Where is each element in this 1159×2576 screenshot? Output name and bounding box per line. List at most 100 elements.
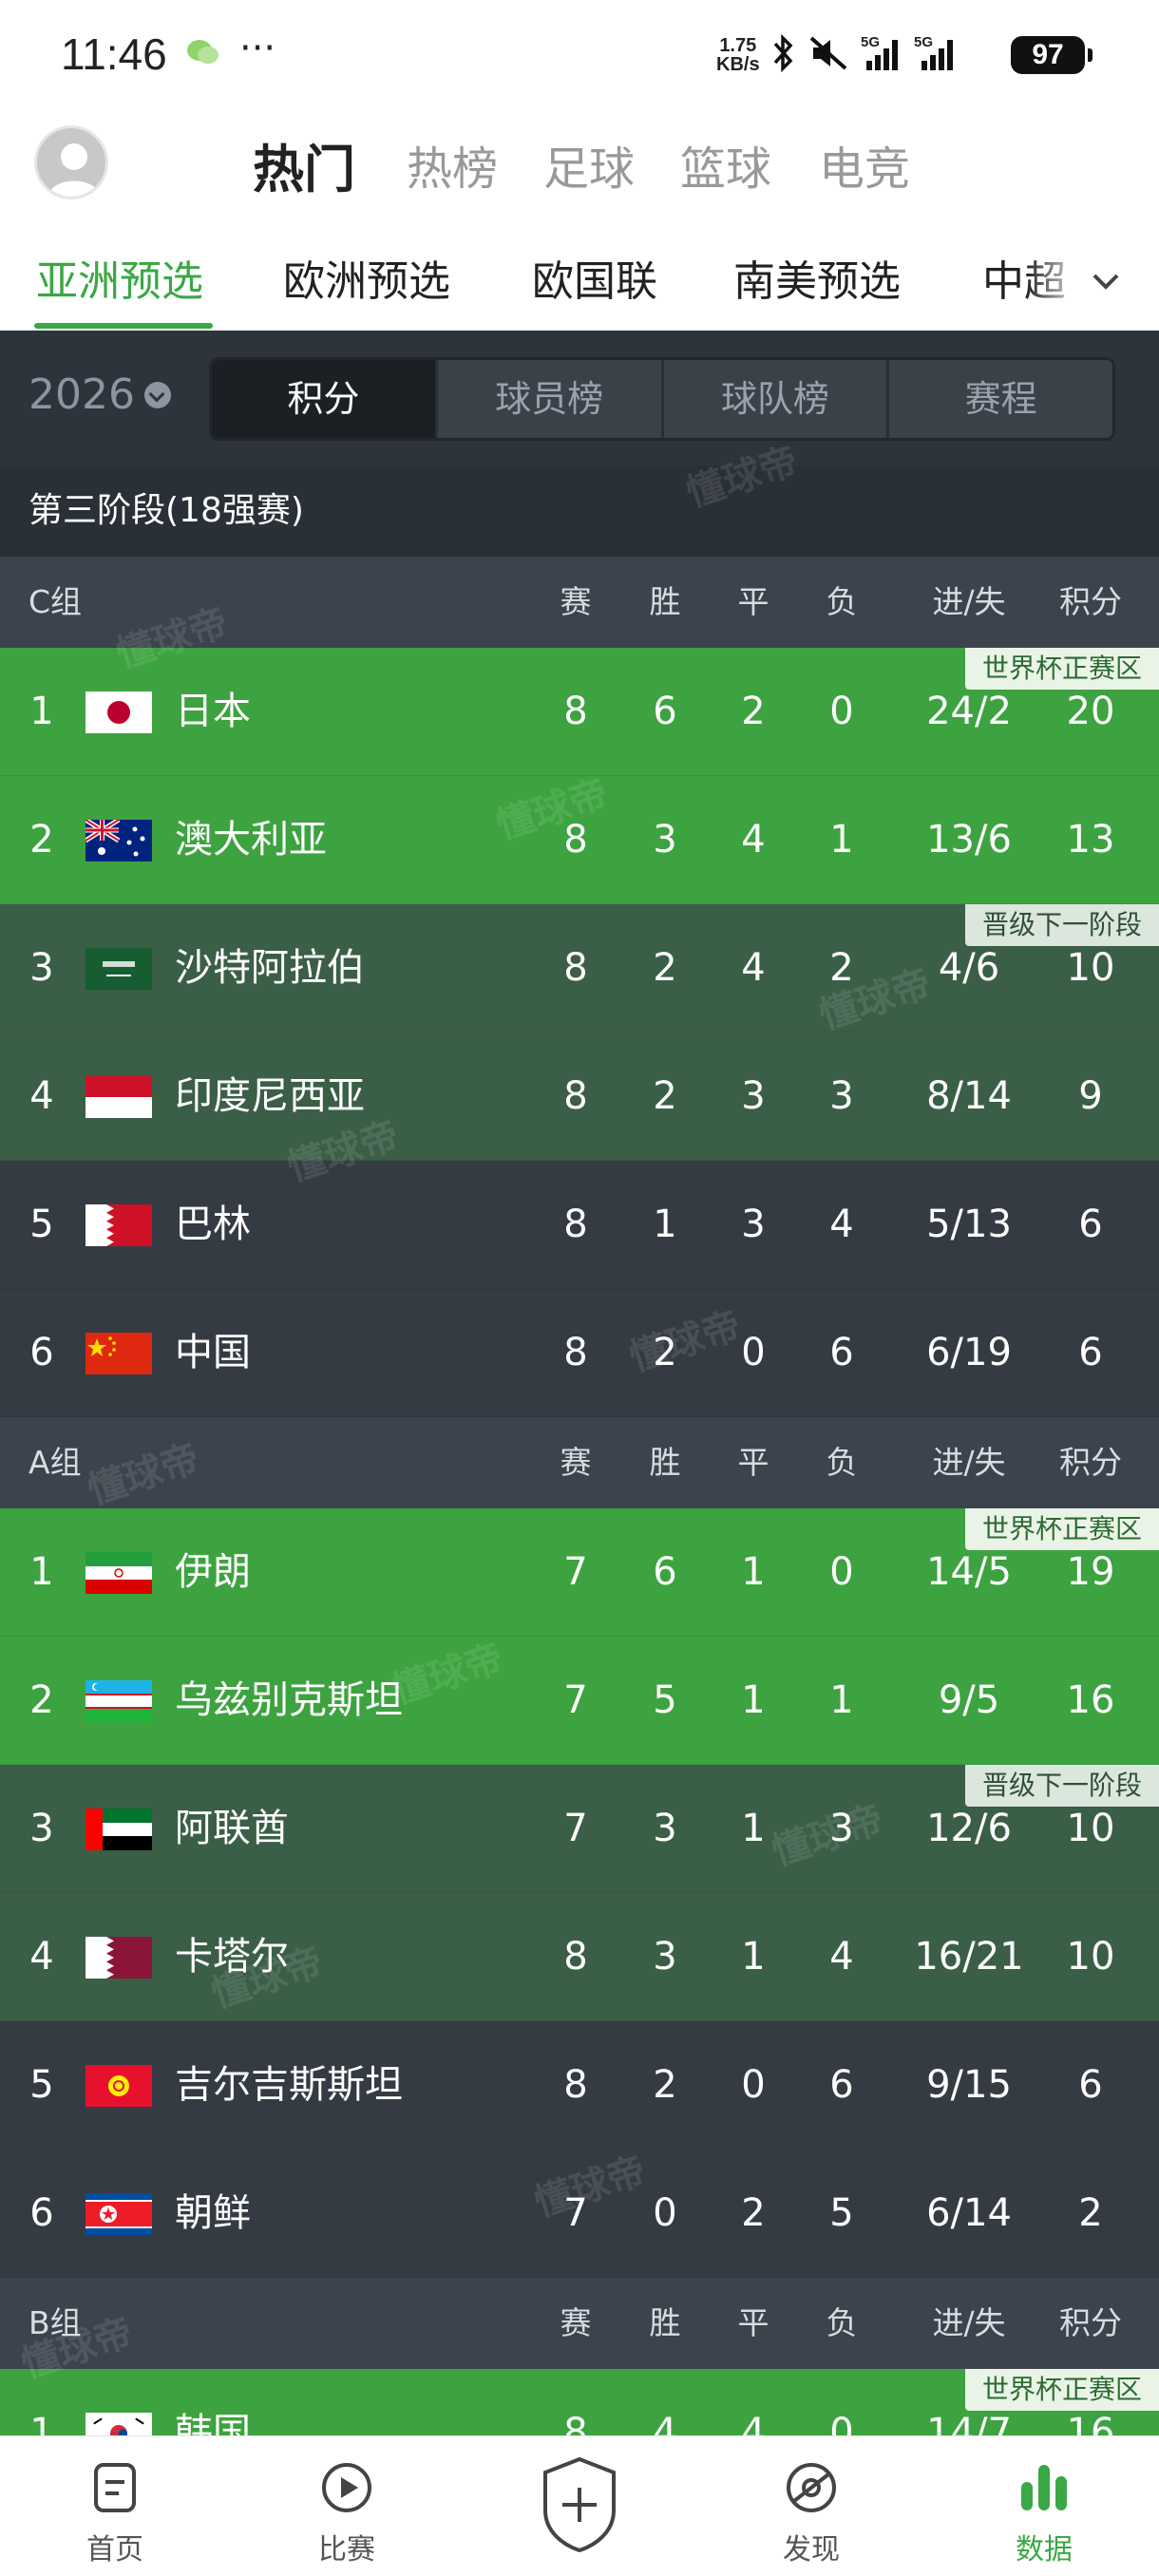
flag-qatar-icon — [86, 1937, 152, 1979]
table-row[interactable]: 4 印度尼西亚 8 2 3 3 8/14 9 — [0, 1032, 1159, 1161]
flag-saudi-icon — [86, 948, 152, 990]
table-row[interactable]: 1 伊朗 7 6 1 0 14/5 19 世界杯正赛区 — [0, 1508, 1159, 1637]
tab-trending[interactable]: 热榜 — [407, 131, 498, 198]
tab-nations-league[interactable]: 欧国联 — [532, 247, 657, 308]
signal-1-icon: 5G — [861, 34, 902, 72]
status-time: 11:46 — [61, 29, 167, 79]
table-row[interactable]: 4 卡塔尔 8 3 1 4 16/21 10 — [0, 1893, 1159, 2021]
col-won: 胜 — [649, 583, 681, 620]
season-label: 2026 — [28, 370, 135, 419]
cell-points: 6 — [1078, 1203, 1103, 1246]
flag-japan-icon — [86, 691, 152, 733]
col-drawn: 平 — [737, 1444, 770, 1481]
user-icon — [48, 143, 100, 197]
avatar[interactable] — [34, 125, 108, 199]
team-rank: 2 — [29, 818, 54, 862]
table-row[interactable]: 1 日本 8 6 2 0 24/2 20 世界杯正赛区 — [0, 648, 1159, 776]
cell-drawn: 4 — [741, 946, 766, 990]
col-played: 赛 — [560, 1444, 592, 1481]
cell-points: 6 — [1078, 2063, 1103, 2107]
table-row[interactable]: 6 中国 8 2 0 6 6/19 6 — [0, 1289, 1159, 1417]
cell-played: 8 — [563, 1935, 588, 1979]
cell-points: 10 — [1066, 1935, 1115, 1979]
table-row[interactable]: 3 阿联酋 7 3 1 3 12/6 10 晋级下一阶段 — [0, 1765, 1159, 1893]
seg-team-stats[interactable]: 球队榜 — [660, 360, 887, 438]
cell-goals: 8/14 — [926, 1074, 1012, 1118]
cell-goals: 13/6 — [926, 818, 1012, 862]
group-header: B组 赛 胜 平 负 进/失 积分 — [0, 2278, 1159, 2369]
tab-football[interactable]: 足球 — [543, 131, 635, 198]
bar-chart-icon — [1021, 2465, 1067, 2510]
tab-south-america-qualifiers[interactable]: 南美预选 — [733, 247, 901, 308]
nav-home[interactable]: 首页 — [58, 2457, 172, 2567]
table-row[interactable]: 6 朝鲜 7 0 2 5 6/14 2 — [0, 2150, 1159, 2278]
table-row[interactable]: 5 巴林 8 1 3 4 5/13 6 — [0, 1161, 1159, 1289]
cell-goals: 6/19 — [926, 1331, 1012, 1374]
cell-lost: 2 — [829, 946, 854, 990]
cell-goals: 9/5 — [938, 1678, 1000, 1722]
cell-played: 7 — [563, 2191, 588, 2235]
cell-won: 2 — [653, 1074, 677, 1118]
bluetooth-icon — [773, 34, 793, 72]
group-name: B组 — [28, 2304, 82, 2341]
team-name: 吉尔吉斯斯坦 — [175, 2063, 403, 2107]
cell-goals: 16/21 — [914, 1935, 1024, 1979]
cell-drawn: 0 — [741, 1331, 766, 1374]
cell-won: 3 — [653, 1807, 677, 1850]
wechat-icon — [187, 40, 218, 64]
tab-esports[interactable]: 电竞 — [819, 131, 910, 198]
cell-points: 2 — [1078, 2191, 1103, 2235]
cell-drawn: 2 — [741, 690, 766, 733]
tab-basketball[interactable]: 篮球 — [680, 131, 771, 198]
bottom-navigation: 首页 比赛 发现 数据 — [0, 2435, 1159, 2576]
team-rank: 3 — [29, 946, 54, 990]
flag-australia-icon — [86, 820, 152, 862]
cell-lost: 0 — [829, 690, 854, 733]
season-selector[interactable]: 2026 — [28, 370, 171, 419]
col-won: 胜 — [649, 1444, 681, 1481]
cell-lost: 1 — [829, 818, 854, 862]
cell-lost: 3 — [829, 1074, 854, 1118]
nav-matches[interactable]: 比赛 — [290, 2457, 404, 2567]
top-navigation: 热门 热榜 足球 篮球 电竞 — [0, 112, 1159, 218]
cell-points: 9 — [1078, 1074, 1103, 1118]
seg-player-stats[interactable]: 球员榜 — [434, 360, 661, 438]
table-row[interactable]: 5 吉尔吉斯斯坦 8 2 0 6 9/15 6 — [0, 2021, 1159, 2150]
seg-standings[interactable]: 积分 — [212, 360, 435, 438]
cell-lost: 4 — [829, 1935, 854, 1979]
col-goals: 进/失 — [932, 1444, 1006, 1481]
chevron-down-icon[interactable] — [1091, 266, 1121, 296]
tab-europe-qualifiers[interactable]: 欧洲预选 — [283, 247, 450, 308]
nav-home-label: 首页 — [86, 2533, 143, 2567]
cell-lost: 0 — [829, 1550, 854, 1594]
cell-won: 6 — [653, 690, 677, 733]
cell-lost: 4 — [829, 1203, 854, 1246]
team-name: 中国 — [175, 1331, 251, 1374]
seg-schedule[interactable]: 赛程 — [886, 360, 1112, 438]
tab-hot[interactable]: 热门 — [253, 127, 355, 202]
plus-shield-icon[interactable] — [540, 2455, 619, 2554]
network-speed: 1.75 KB/s — [716, 35, 760, 75]
cell-won: 2 — [653, 2063, 677, 2107]
status-bar: 11:46 ··· 1.75 KB/s 5G 5G 97 — [0, 0, 1159, 112]
cell-drawn: 1 — [741, 1550, 766, 1594]
team-name: 乌兹别克斯坦 — [175, 1678, 403, 1722]
team-name: 卡塔尔 — [175, 1935, 289, 1979]
cell-lost: 1 — [829, 1678, 854, 1722]
nav-data[interactable]: 数据 — [987, 2457, 1101, 2567]
table-row[interactable]: 3 沙特阿拉伯 8 2 4 2 4/6 10 晋级下一阶段 — [0, 904, 1159, 1032]
tab-asia-qualifiers[interactable]: 亚洲预选 — [36, 247, 203, 308]
table-row[interactable]: 2 澳大利亚 8 3 4 1 13/6 13 — [0, 776, 1159, 904]
flag-china-icon — [86, 1333, 152, 1374]
cell-lost: 6 — [829, 1331, 854, 1374]
team-rank: 6 — [29, 2191, 54, 2235]
cell-won: 2 — [653, 1331, 677, 1374]
nav-discover[interactable]: 发现 — [754, 2457, 868, 2567]
col-points: 积分 — [1059, 1444, 1122, 1481]
col-goals: 进/失 — [932, 583, 1006, 620]
group-header: C组 赛 胜 平 负 进/失 积分 — [0, 557, 1159, 648]
cell-played: 8 — [563, 1203, 588, 1246]
cell-played: 8 — [563, 1331, 588, 1374]
cell-played: 8 — [563, 1074, 588, 1118]
table-row[interactable]: 2 乌兹别克斯坦 7 5 1 1 9/5 16 — [0, 1637, 1159, 1765]
